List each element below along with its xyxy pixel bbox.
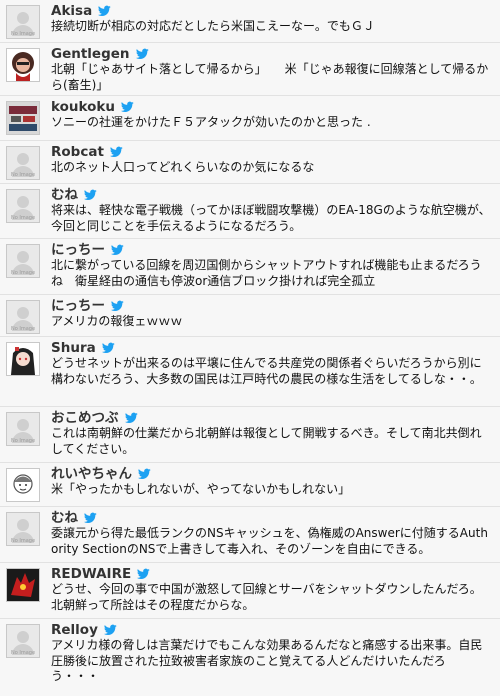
avatar[interactable] (6, 342, 40, 376)
user-name[interactable]: koukoku (51, 99, 115, 115)
tweet-text: どうせネットが出来るのは平壌に住んでる共産党の関係者ぐらいだろうから別に構わない… (51, 356, 482, 386)
twitter-bird-icon (124, 412, 138, 423)
avatar[interactable] (6, 48, 40, 82)
avatar[interactable] (6, 568, 40, 602)
user-avatar-image (7, 569, 39, 601)
avatar[interactable] (6, 101, 40, 135)
no-image-placeholder-icon: No Image (7, 625, 39, 657)
no-image-placeholder-icon: No Image (7, 190, 39, 222)
user-name[interactable]: れいやちゃん (51, 466, 132, 482)
user-name[interactable]: REDWAIRE (51, 566, 131, 582)
tweet-item: No Image にっちー アメリカの報復ェｗｗｗ (0, 295, 500, 337)
tweet-text: 北朝「じゃあサイト落として帰るから」 米「じゃあ報復に回線落として帰るから(畜生… (51, 62, 489, 92)
avatar[interactable]: No Image (6, 624, 40, 658)
tweet-text: 接続切断が相応の対応だとしたら米国こえーなー。でもＧＪ (51, 19, 375, 33)
tweet-text: 北に繋がっている回線を周辺国側からシャットアウトすれば機能も止まるだろうね 衛星… (51, 258, 482, 288)
avatar[interactable]: No Image (6, 244, 40, 278)
tweet-item: No Image むね 委譲元から得た最低ランクのNSキャッシュを、偽権威のAn… (0, 507, 500, 563)
tweet-text: 将来は、軽快な電子戦機（ってかほぼ戦闘攻撃機）のEA-18Gのような航空機が、今… (51, 203, 491, 233)
user-name[interactable]: Akisa (51, 3, 92, 19)
user-name[interactable]: にっちー (51, 242, 105, 258)
tweet-item: Shura どうせネットが出来るのは平壌に住んでる共産党の関係者ぐらいだろうから… (0, 337, 500, 407)
avatar[interactable]: No Image (6, 512, 40, 546)
tweet-item: Gentlegen 北朝「じゃあサイト落として帰るから」 米「じゃあ報復に回線落… (0, 43, 500, 96)
twitter-bird-icon (111, 300, 124, 311)
user-name[interactable]: むね (51, 187, 78, 203)
no-image-placeholder-icon: No Image (7, 301, 39, 333)
tweet-item: No Image Robcat 北のネット人口ってどれくらいなのか気になるな (0, 141, 500, 184)
user-name[interactable]: Shura (51, 340, 96, 356)
tweet-item: koukoku ソニーの社運をかけたＦ５アタックが効いたのかと思った . (0, 96, 500, 141)
twitter-bird-icon (84, 512, 97, 523)
user-name[interactable]: Robcat (51, 144, 104, 160)
tweet-text: ソニーの社運をかけたＦ５アタックが効いたのかと思った . (51, 115, 371, 129)
tweet-text: 北のネット人口ってどれくらいなのか気になるな (51, 160, 315, 174)
avatar[interactable]: No Image (6, 412, 40, 446)
tweet-item: No Image にっちー 北に繋がっている回線を周辺国側からシャットアウトすれ… (0, 239, 500, 295)
twitter-bird-icon (135, 48, 149, 59)
tweet-text: 米「やったかもしれないが、やってないかもしれない」 (51, 482, 351, 496)
twitter-bird-icon (98, 5, 111, 16)
avatar[interactable]: No Image (6, 300, 40, 334)
tweet-item: REDWAIRE どうせ、今回の事で中国が激怒して回線とサーバをシャットダウンし… (0, 563, 500, 619)
tweet-item: No Image おこめつぶ これは南朝鮮の仕業だから北朝鮮は報復として開戦する… (0, 407, 500, 463)
tweet-text: これは南朝鮮の仕業だから北朝鮮は報復として開戦するべき。そして南北共倒れしてくだ… (51, 426, 482, 456)
user-name[interactable]: おこめつぶ (51, 410, 119, 426)
no-image-placeholder-icon: No Image (7, 513, 39, 545)
tweet-text: アメリカの報復ェｗｗｗ (51, 314, 183, 328)
avatar[interactable]: No Image (6, 5, 40, 39)
no-image-placeholder-icon: No Image (7, 413, 39, 445)
no-image-placeholder-icon: No Image (7, 6, 39, 38)
user-avatar-image (7, 49, 39, 81)
user-avatar-image (7, 102, 39, 134)
twitter-bird-icon (137, 568, 150, 579)
tweet-text: どうせ、今回の事で中国が激怒して回線とサーバをシャットダウンしたんだろ。北朝鮮っ… (51, 582, 482, 612)
user-name[interactable]: Gentlegen (51, 46, 130, 62)
twitter-bird-icon (109, 146, 123, 157)
avatar[interactable] (6, 468, 40, 502)
tweet-item: No Image むね 将来は、軽快な電子戦機（ってかほぼ戦闘攻撃機）のEA-1… (0, 184, 500, 239)
tweet-item: れいやちゃん 米「やったかもしれないが、やってないかもしれない」 (0, 463, 500, 507)
twitter-bird-icon (120, 101, 134, 112)
user-name[interactable]: むね (51, 510, 78, 526)
tweet-item: No Image Relloy アメリカ様の脅しは言葉だけでもこんな効果あるんだ… (0, 619, 500, 696)
tweet-text: アメリカ様の脅しは言葉だけでもこんな効果あるんだなと痛感する出来事。自民圧勝後に… (51, 638, 483, 683)
no-image-placeholder-icon: No Image (7, 245, 39, 277)
no-image-placeholder-icon: No Image (7, 147, 39, 179)
tweet-feed: No Image Akisa 接続切断が相応の対応だとしたら米国こえーなー。でも… (0, 0, 500, 696)
tweet-text: 委譲元から得た最低ランクのNSキャッシュを、偽権威のAnswerに付随するAut… (51, 526, 488, 556)
twitter-bird-icon (101, 342, 115, 353)
user-avatar-image (7, 469, 39, 501)
twitter-bird-icon (103, 624, 117, 635)
user-name[interactable]: にっちー (51, 298, 105, 314)
twitter-bird-icon (84, 189, 97, 200)
user-name[interactable]: Relloy (51, 622, 98, 638)
avatar[interactable]: No Image (6, 189, 40, 223)
avatar[interactable]: No Image (6, 146, 40, 180)
twitter-bird-icon (111, 244, 124, 255)
tweet-item: No Image Akisa 接続切断が相応の対応だとしたら米国こえーなー。でも… (0, 0, 500, 43)
user-avatar-image (7, 343, 39, 375)
twitter-bird-icon (138, 468, 151, 479)
